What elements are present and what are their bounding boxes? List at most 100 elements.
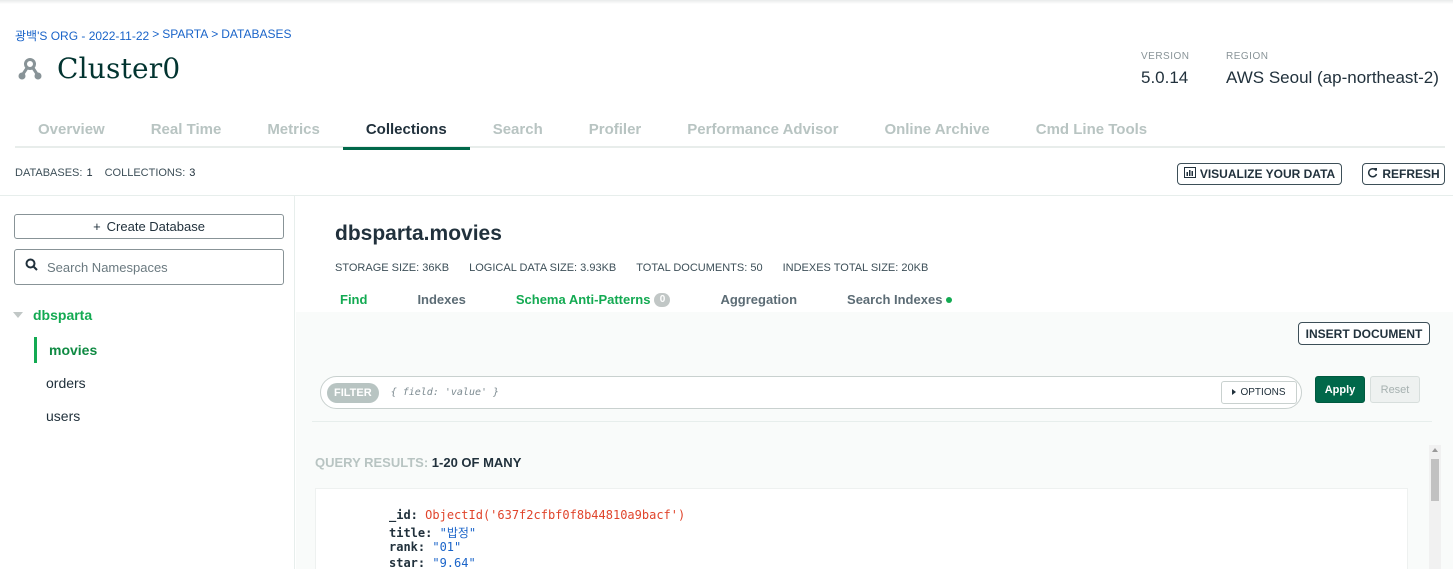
tab-indexes-label: Indexes: [417, 292, 466, 307]
tab-profiler[interactable]: Profiler: [566, 114, 665, 148]
document-field-rank: rank: "01": [389, 540, 461, 554]
indexes-total-size: INDEXES TOTAL SIZE: 20KB: [782, 262, 929, 274]
collections-count: 3: [189, 167, 196, 179]
version-label: VERSION: [1141, 51, 1190, 62]
total-documents: TOTAL DOCUMENTS: 50: [636, 262, 763, 274]
collection-item-movies[interactable]: movies: [49, 342, 97, 358]
field-key: rank:: [389, 540, 426, 554]
collection-item-users[interactable]: users: [46, 408, 80, 424]
cluster-tabs: Overview Real Time Metrics Collections S…: [15, 114, 1445, 150]
region-label: REGION: [1226, 51, 1269, 62]
options-button[interactable]: OPTIONS: [1221, 381, 1297, 404]
tab-overview[interactable]: Overview: [15, 114, 128, 148]
tab-performance-advisor[interactable]: Performance Advisor: [664, 114, 861, 148]
tab-aggregation-label: Aggregation: [720, 292, 798, 307]
refresh-icon: [1367, 167, 1378, 181]
create-database-label: Create Database: [106, 219, 205, 234]
database-stats: DATABASES: 1 COLLECTIONS: 3: [15, 167, 203, 179]
field-key: _id:: [389, 508, 418, 522]
bar-chart-icon: [1183, 167, 1196, 181]
scroll-up-icon[interactable]: [1432, 448, 1438, 452]
tab-search[interactable]: Search: [470, 114, 566, 148]
filter-bar: FILTER OPTIONS: [320, 376, 1302, 409]
top-shadow: [0, 0, 1453, 4]
document-field-id: _id: ObjectId('637f2cfbf0f8b44810a9bacf'…: [389, 508, 685, 522]
query-panel: INSERT DOCUMENT FILTER OPTIONS Apply Res…: [296, 312, 1453, 569]
caret-right-icon: [1232, 387, 1237, 398]
version-value: 5.0.14: [1141, 68, 1189, 87]
region-info: REGION AWS Seoul (ap-northeast-2): [1226, 51, 1439, 88]
tab-indexes[interactable]: Indexes: [417, 292, 465, 307]
filter-label: FILTER: [327, 382, 379, 403]
search-namespaces-field: [14, 249, 284, 285]
search-icon: [25, 258, 38, 276]
page-title: Cluster0: [15, 52, 180, 85]
breadcrumb-org[interactable]: 광백'S ORG - 2022-11-22: [15, 27, 149, 44]
field-key: title:: [389, 526, 433, 540]
field-value: "9.64": [432, 556, 476, 569]
cluster-name: Cluster0: [57, 52, 181, 85]
document-card[interactable]: _id: ObjectId('637f2cfbf0f8b44810a9bacf'…: [315, 488, 1408, 569]
filter-input[interactable]: [390, 387, 1191, 398]
refresh-button[interactable]: REFRESH: [1362, 163, 1445, 185]
collection-subtabs: Find Indexes Schema Anti-Patterns 0 Aggr…: [340, 292, 1002, 307]
tab-cmd-line-tools[interactable]: Cmd Line Tools: [1013, 114, 1170, 148]
namespace-title: dbsparta.movies: [335, 222, 502, 245]
breadcrumb-databases[interactable]: DATABASES: [221, 27, 291, 44]
version-info: VERSION 5.0.14: [1141, 51, 1190, 88]
status-dot-icon: [946, 296, 953, 303]
breadcrumb: 광백'S ORG - 2022-11-22 > SPARTA > DATABAS…: [15, 27, 292, 44]
region-value: AWS Seoul (ap-northeast-2): [1226, 68, 1439, 87]
document-field-title: title: "밥정": [389, 524, 476, 541]
collection-item-orders[interactable]: orders: [46, 375, 86, 391]
schema-count-badge: 0: [654, 292, 671, 307]
reset-button[interactable]: Reset: [1370, 376, 1420, 403]
tab-schema-label: Schema Anti-Patterns: [515, 292, 651, 307]
scrollbar-thumb[interactable]: [1431, 459, 1439, 501]
database-item[interactable]: dbsparta: [13, 306, 92, 324]
storage-size: STORAGE SIZE: 36KB: [335, 262, 450, 274]
collections-label: COLLECTIONS:: [104, 167, 186, 179]
tab-find[interactable]: Find: [340, 292, 367, 307]
tab-find-label: Find: [340, 292, 368, 307]
logical-data-size: LOGICAL DATA SIZE: 3.93KB: [469, 262, 617, 274]
search-namespaces-input[interactable]: [47, 259, 267, 275]
insert-document-button[interactable]: INSERT DOCUMENT: [1298, 322, 1430, 345]
tab-online-archive[interactable]: Online Archive: [861, 114, 1012, 148]
database-name: dbsparta: [33, 307, 93, 323]
active-collection-indicator: [34, 337, 37, 363]
document-field-star: star: "9.64": [389, 556, 476, 569]
databases-label: DATABASES:: [15, 167, 83, 179]
collection-main: dbsparta.movies STORAGE SIZE: 36KB LOGIC…: [296, 196, 1453, 569]
query-results-summary: QUERY RESULTS: 1-20 OF MANY: [315, 455, 521, 470]
tab-aggregation[interactable]: Aggregation: [720, 292, 797, 307]
tab-search-indexes-label: Search Indexes: [847, 292, 943, 307]
plus-icon: +: [93, 219, 101, 234]
namespace-sidebar: + Create Database dbsparta movies orders…: [0, 196, 295, 569]
breadcrumb-separator: >: [211, 27, 219, 41]
tab-collections[interactable]: Collections: [342, 114, 470, 150]
query-results-label: QUERY RESULTS:: [315, 455, 429, 470]
databases-count: 1: [86, 167, 93, 179]
apply-button[interactable]: Apply: [1315, 376, 1365, 403]
refresh-label: REFRESH: [1382, 167, 1440, 181]
visualize-data-label: VISUALIZE YOUR DATA: [1199, 167, 1336, 181]
query-results-value: 1-20 OF MANY: [431, 455, 522, 470]
caret-down-icon[interactable]: [13, 306, 23, 324]
results-scrollbar[interactable]: [1429, 445, 1441, 569]
tab-metrics[interactable]: Metrics: [244, 114, 343, 148]
tab-schema-anti-patterns[interactable]: Schema Anti-Patterns 0: [516, 292, 671, 307]
create-database-button[interactable]: + Create Database: [14, 214, 284, 239]
namespace-stats: STORAGE SIZE: 36KB LOGICAL DATA SIZE: 3.…: [335, 262, 928, 274]
cluster-icon: [15, 54, 45, 84]
divider: [312, 421, 1432, 422]
visualize-data-button[interactable]: VISUALIZE YOUR DATA: [1177, 163, 1342, 185]
tab-real-time[interactable]: Real Time: [128, 114, 245, 148]
field-value: "밥정": [439, 526, 477, 540]
breadcrumb-separator: >: [152, 27, 160, 41]
field-value: ObjectId('637f2cfbf0f8b44810a9bacf'): [425, 508, 686, 522]
breadcrumb-project[interactable]: SPARTA: [162, 27, 208, 44]
field-value: "01": [432, 540, 462, 554]
options-label: OPTIONS: [1240, 387, 1286, 398]
tab-search-indexes[interactable]: Search Indexes: [847, 292, 953, 307]
